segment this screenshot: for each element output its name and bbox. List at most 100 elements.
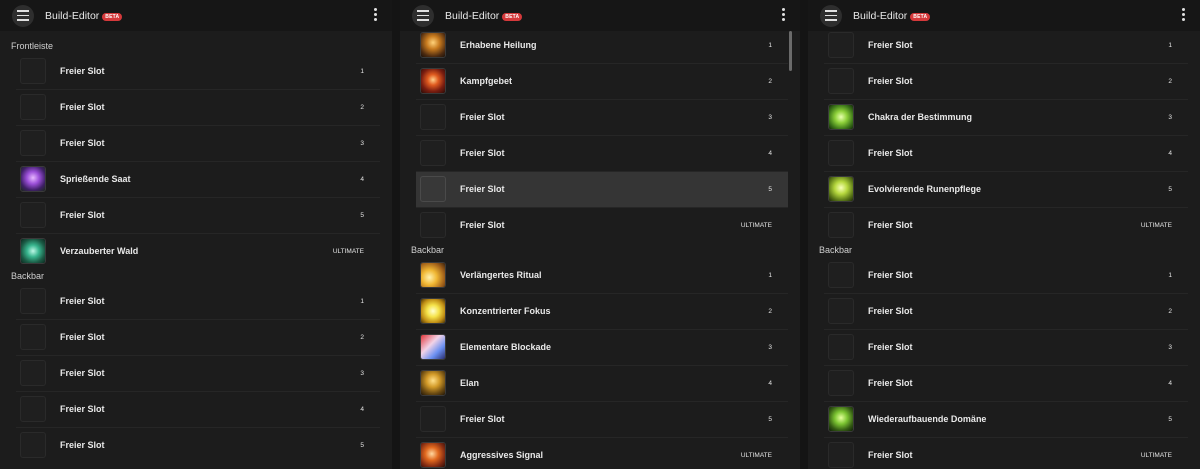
skill-name: Freier Slot [460, 184, 505, 194]
skill-slot-row[interactable]: Kampfgebet 2 [416, 63, 788, 99]
build-editor-panel-2: Build-Editor BETA Erhabene Heilung 1 Kampf… [400, 0, 800, 469]
skill-name: Freier Slot [868, 450, 913, 460]
skill-slot-row[interactable]: Freier Slot 3 [16, 125, 380, 161]
skill-slot-row[interactable]: Freier Slot 4 [416, 135, 788, 171]
skill-slot-row[interactable]: Freier Slot 2 [16, 89, 380, 125]
skill-slot-row[interactable]: Elementare Blockade 3 [416, 329, 788, 365]
skill-list: Freier Slot 1 Freier Slot 2 Chakra der Besti… [808, 31, 1200, 469]
skill-name: Freier Slot [868, 148, 913, 158]
skill-name: Freier Slot [868, 270, 913, 280]
skill-slot-row[interactable]: Freier Slot 4 [16, 391, 380, 427]
empty-slot-icon [20, 130, 46, 156]
skill-slot-row[interactable]: Freier Slot 4 [824, 135, 1188, 171]
slot-number: ULTIMATE [1140, 221, 1172, 229]
skill-name: Chakra der Bestimmung [868, 112, 973, 122]
skill-icon [420, 370, 446, 396]
skill-slot-row[interactable]: Freier Slot 3 [824, 329, 1188, 365]
skill-slot-row[interactable]: Evolvierende Runenpflege 5 [824, 171, 1188, 207]
skill-slot-row[interactable]: Freier Slot 5 [416, 401, 788, 437]
skill-icon [20, 238, 46, 264]
menu-icon[interactable] [412, 4, 434, 27]
empty-slot-icon [828, 442, 854, 468]
empty-slot-icon [420, 406, 446, 432]
skill-slot-row[interactable]: Erhabene Heilung 1 [416, 31, 788, 63]
skill-slot-row[interactable]: Verzauberter Wald ULTIMATE [16, 233, 380, 269]
skill-name: Erhabene Heilung [460, 40, 537, 50]
app-title: Build-Editor [45, 9, 100, 22]
slot-number: 1 [768, 271, 772, 279]
slot-number: 1 [1168, 271, 1172, 279]
skill-name: Freier Slot [868, 220, 913, 230]
skill-slot-row[interactable]: Aggressives Signal ULTIMATE [416, 437, 788, 469]
skill-name: Freier Slot [868, 342, 913, 352]
skill-name: Freier Slot [868, 306, 913, 316]
menu-icon[interactable] [12, 4, 34, 27]
skill-slot-row[interactable]: Freier Slot 4 [824, 365, 1188, 401]
beta-badge: BETA [502, 12, 523, 21]
skill-slot-row[interactable]: Freier Slot ULTIMATE [416, 207, 788, 243]
app-bar: Build-Editor BETA [0, 0, 392, 31]
slot-number: 2 [360, 103, 364, 111]
skill-icon [420, 68, 446, 94]
slot-number: 3 [360, 139, 364, 147]
skill-name: Kampfgebet [460, 76, 513, 86]
skill-list-inner: Frontleiste Freier Slot 1 Freier Slot 2 Freie… [0, 39, 392, 463]
panel-divider [800, 0, 808, 469]
skill-slot-row[interactable]: Freier Slot 2 [16, 319, 380, 355]
section-header: Backbar [411, 245, 445, 255]
skill-slot-row[interactable]: Freier Slot 5 [416, 171, 788, 207]
slot-number: 5 [1168, 415, 1172, 423]
slot-number: 4 [1168, 149, 1172, 157]
skill-slot-row[interactable]: Freier Slot 3 [416, 99, 788, 135]
skill-name: Verzauberter Wald [60, 246, 139, 256]
slot-number: 3 [1168, 113, 1172, 121]
skill-icon [420, 442, 446, 468]
skill-slot-row[interactable]: Freier Slot 2 [824, 293, 1188, 329]
more-options-icon[interactable] [374, 8, 378, 21]
skill-icon [420, 298, 446, 324]
skill-slot-row[interactable]: Freier Slot 5 [16, 197, 380, 233]
empty-slot-icon [20, 360, 46, 386]
skill-slot-row[interactable]: Freier Slot 5 [16, 427, 380, 463]
empty-slot-icon [20, 324, 46, 350]
skill-slot-row[interactable]: Elan 4 [416, 365, 788, 401]
skill-slot-row[interactable]: Freier Slot 1 [16, 53, 380, 89]
empty-slot-icon [420, 212, 446, 238]
skill-name: Freier Slot [60, 296, 105, 306]
app-title: Build-Editor [853, 9, 908, 22]
skill-slot-row[interactable]: Verlängertes Ritual 1 [416, 257, 788, 293]
skill-slot-row[interactable]: Wiederaufbauende Domäne 5 [824, 401, 1188, 437]
more-options-icon[interactable] [782, 8, 786, 21]
slot-number: 2 [360, 333, 364, 341]
skill-list: Erhabene Heilung 1 Kampfgebet 2 Freier Slot 3… [400, 31, 800, 469]
skill-slot-row[interactable]: Freier Slot 3 [16, 355, 380, 391]
skill-slot-row[interactable]: Freier Slot 1 [824, 31, 1188, 63]
slot-number: 5 [768, 415, 772, 423]
skill-icon [828, 104, 854, 130]
slot-number: 4 [768, 149, 772, 157]
slot-number: 5 [768, 185, 772, 193]
menu-icon[interactable] [820, 4, 842, 27]
skill-slot-row[interactable]: Freier Slot 2 [824, 63, 1188, 99]
scrollbar-thumb[interactable] [789, 31, 792, 71]
app-title: Build-Editor [445, 9, 500, 22]
section-header: Frontleiste [11, 41, 54, 51]
skill-slot-row[interactable]: Freier Slot 1 [16, 283, 380, 319]
empty-slot-icon [828, 140, 854, 166]
skill-slot-row[interactable]: Konzentrierter Fokus 2 [416, 293, 788, 329]
skill-slot-row[interactable]: Sprießende Saat 4 [16, 161, 380, 197]
beta-badge: BETA [102, 12, 123, 21]
skill-slot-row[interactable]: Freier Slot ULTIMATE [824, 207, 1188, 243]
skill-slot-row[interactable]: Freier Slot 1 [824, 257, 1188, 293]
skill-name: Freier Slot [868, 40, 913, 50]
empty-slot-icon [420, 104, 446, 130]
skill-name: Freier Slot [60, 332, 105, 342]
skill-slot-row[interactable]: Freier Slot ULTIMATE [824, 437, 1188, 469]
skill-name: Freier Slot [60, 368, 105, 378]
slot-number: 1 [360, 67, 364, 75]
skill-icon [420, 32, 446, 58]
beta-badge: BETA [910, 12, 931, 21]
more-options-icon[interactable] [1182, 8, 1186, 21]
skill-slot-row[interactable]: Chakra der Bestimmung 3 [824, 99, 1188, 135]
slot-number: ULTIMATE [332, 247, 364, 255]
